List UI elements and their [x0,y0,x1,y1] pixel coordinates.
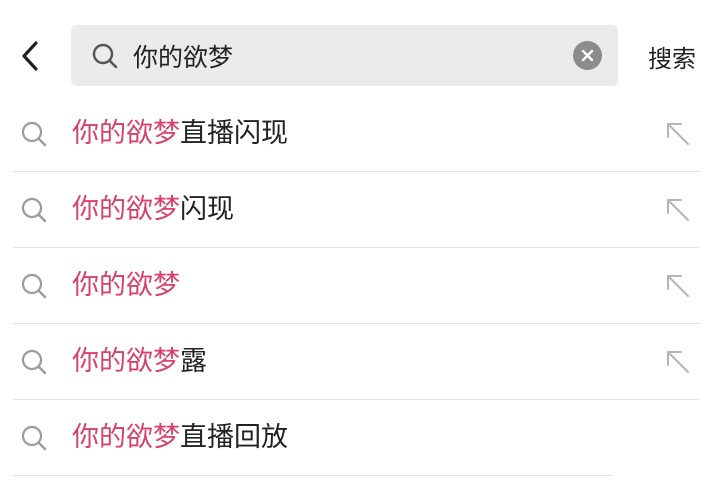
arrow-up-left-icon[interactable] [662,118,694,150]
search-icon [21,197,47,223]
suggestion-item[interactable]: 你的欲梦露 [0,324,722,400]
clear-search-button[interactable] [573,41,602,70]
suggestion-list: 你的欲梦直播闪现 你的欲梦闪现 你的欲梦 你的欲梦露 你的欲梦直播回放 [0,96,722,476]
search-box[interactable] [71,25,618,86]
back-button[interactable] [10,34,50,78]
suggestion-rest: 闪现 [180,194,234,225]
suggestion-text: 你的欲梦 [72,266,180,306]
search-icon [21,121,47,147]
suggestion-highlight: 你的欲梦 [72,118,180,149]
suggestion-highlight: 你的欲梦 [72,270,180,301]
search-input[interactable] [133,35,563,76]
suggestion-text: 你的欲梦露 [72,342,207,382]
suggestion-item[interactable]: 你的欲梦直播回放 [0,400,722,476]
suggestion-text: 你的欲梦闪现 [72,190,234,230]
search-icon [21,273,47,299]
search-icon [92,43,118,69]
suggestion-rest: 直播回放 [180,422,288,453]
suggestion-item[interactable]: 你的欲梦 [0,248,722,324]
suggestion-highlight: 你的欲梦 [72,194,180,225]
divider [13,475,612,476]
suggestion-rest: 直播闪现 [180,118,288,149]
chevron-left-icon [22,41,38,71]
suggestion-rest: 露 [180,346,207,377]
suggestion-text: 你的欲梦直播闪现 [72,114,288,154]
arrow-up-left-icon[interactable] [662,194,694,226]
suggestion-item[interactable]: 你的欲梦闪现 [0,172,722,248]
search-button[interactable]: 搜索 [640,36,704,76]
suggestion-highlight: 你的欲梦 [72,422,180,453]
suggestion-text: 你的欲梦直播回放 [72,418,288,458]
search-header: 搜索 [0,0,722,106]
suggestion-item[interactable]: 你的欲梦直播闪现 [0,96,722,172]
arrow-up-left-icon[interactable] [662,346,694,378]
clear-icon [581,49,594,62]
search-icon [21,349,47,375]
arrow-up-left-icon[interactable] [662,270,694,302]
search-icon [21,425,47,451]
suggestion-highlight: 你的欲梦 [72,346,180,377]
